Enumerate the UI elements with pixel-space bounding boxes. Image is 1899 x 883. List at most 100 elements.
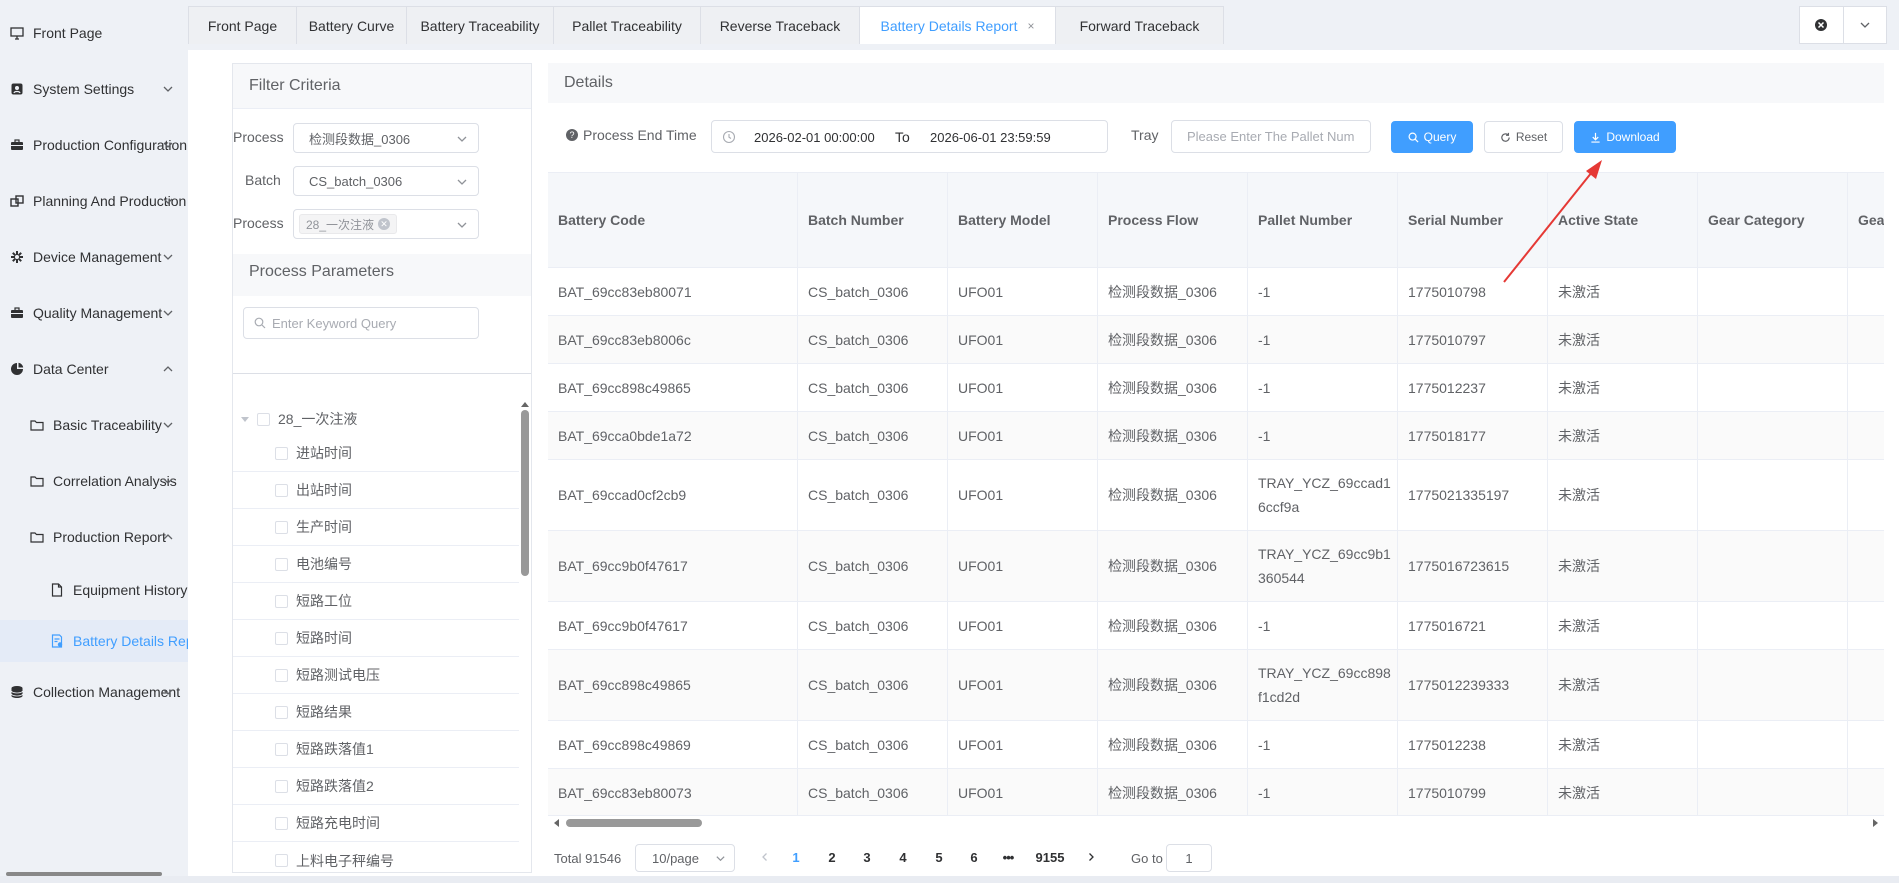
tree-checkbox[interactable] — [275, 557, 288, 571]
date-end[interactable]: 2026-06-01 23:59:59 — [930, 130, 1051, 145]
tree-checkbox[interactable] — [275, 705, 288, 719]
next-page-button[interactable] — [1084, 849, 1098, 865]
tree-checkbox[interactable] — [275, 446, 288, 460]
tree-node[interactable]: 进站时间 — [233, 435, 519, 472]
table-horizontal-scrollbar[interactable] — [548, 815, 1884, 829]
sidebar-item-collection-management[interactable]: Collection Management — [0, 672, 188, 712]
sidebar-item-quality-management[interactable]: Quality Management — [0, 293, 188, 333]
date-range-picker[interactable]: 2026-02-01 00:00:00 To 2026-06-01 23:59:… — [711, 120, 1108, 153]
scroll-up-icon[interactable] — [521, 402, 529, 407]
tray-input[interactable]: Please Enter The Pallet Num — [1171, 120, 1371, 153]
tree-root-node[interactable]: 28_一次注液 — [241, 409, 357, 429]
column-header[interactable]: Pallet Number — [1248, 173, 1398, 267]
tree-checkbox[interactable] — [275, 816, 288, 830]
tree-checkbox[interactable] — [275, 631, 288, 645]
sidebar-item-basic-traceability[interactable]: Basic Traceability — [0, 405, 188, 445]
column-header[interactable]: Batch Number — [798, 173, 948, 267]
table-row[interactable]: BAT_69cc83eb80073 CS_batch_0306 UFO01 检测段数据… — [548, 769, 1884, 815]
tree-checkbox[interactable] — [275, 520, 288, 534]
page-size-select[interactable]: 10/page — [635, 844, 735, 872]
page-number[interactable]: 6 — [967, 850, 981, 865]
question-icon[interactable]: ? — [566, 129, 578, 141]
sidebar-item-battery-details-report[interactable]: Battery Details Report — [0, 620, 188, 662]
tab-front-page[interactable]: Front Page — [188, 6, 297, 44]
date-start[interactable]: 2026-02-01 00:00:00 — [754, 130, 875, 145]
column-header[interactable]: Process Flow — [1098, 173, 1248, 267]
page-number[interactable]: 2 — [825, 850, 839, 865]
sidebar-item-device-management[interactable]: Device Management — [0, 237, 188, 277]
sidebar-item-system-settings[interactable]: System Settings — [0, 69, 188, 109]
tab-battery-curve[interactable]: Battery Curve — [296, 6, 407, 44]
column-header[interactable]: Gear Category — [1698, 173, 1848, 267]
tab-battery-traceability[interactable]: Battery Traceability — [406, 6, 554, 44]
table-row[interactable]: BAT_69cc898c49865 CS_batch_0306 UFO01 检测段数据… — [548, 650, 1884, 721]
tree-node[interactable]: 短路测试电压 — [233, 657, 519, 694]
close-icon[interactable]: × — [1027, 19, 1034, 33]
tab-forward-traceback[interactable]: Forward Traceback — [1055, 6, 1224, 44]
tree-node[interactable]: 短路充电时间 — [233, 805, 519, 842]
sidebar-item-equipment-history[interactable]: Equipment History — [0, 570, 188, 610]
download-button[interactable]: Download — [1574, 121, 1676, 153]
tab-reverse-traceback[interactable]: Reverse Traceback — [700, 6, 860, 44]
scroll-right-icon[interactable] — [1873, 819, 1878, 827]
table-row[interactable]: BAT_69cca0bde1a72 CS_batch_0306 UFO01 检测段数据… — [548, 412, 1884, 460]
process-select[interactable]: 检测段数据_0306 — [293, 123, 479, 153]
scroll-thumb[interactable] — [521, 410, 529, 576]
tab-menu-button[interactable] — [1842, 7, 1887, 43]
column-header[interactable]: Serial Number — [1398, 173, 1548, 267]
table-row[interactable]: BAT_69cc83eb8006c CS_batch_0306 UFO01 检测段数据… — [548, 316, 1884, 364]
table-row[interactable]: BAT_69cc9b0f47617 CS_batch_0306 UFO01 检测段数据… — [548, 531, 1884, 602]
sidebar-item-production-report[interactable]: Production Report — [0, 517, 188, 557]
table-row[interactable]: BAT_69cc898c49865 CS_batch_0306 UFO01 检测段数据… — [548, 364, 1884, 412]
tag-close-icon[interactable]: ✕ — [378, 218, 391, 230]
table-row[interactable]: BAT_69ccad0cf2cb9 CS_batch_0306 UFO01 检测段数据… — [548, 460, 1884, 531]
table-row[interactable]: BAT_69cc898c49869 CS_batch_0306 UFO01 检测段数据… — [548, 721, 1884, 769]
tree-node[interactable]: 短路跌落值2 — [233, 768, 519, 805]
sidebar-item-production-configuration[interactable]: Production Configuration — [0, 125, 188, 165]
keyword-search-input[interactable]: Enter Keyword Query — [243, 307, 479, 339]
process-multi-select[interactable]: 28_一次注液 ✕ — [293, 209, 479, 239]
tree-node[interactable]: 出站时间 — [233, 472, 519, 509]
tree-scrollbar[interactable] — [519, 400, 531, 874]
tree-checkbox[interactable] — [275, 594, 288, 608]
scroll-left-icon[interactable] — [554, 819, 559, 827]
tree-node[interactable]: 上料电子秤编号 — [233, 842, 519, 879]
tree-checkbox[interactable] — [257, 412, 270, 426]
page-ellipsis[interactable]: ••• — [997, 850, 1019, 865]
column-header[interactable]: Battery Model — [948, 173, 1098, 267]
tree-node[interactable]: 短路结果 — [233, 694, 519, 731]
tree-checkbox[interactable] — [275, 854, 288, 867]
batch-select[interactable]: CS_batch_0306 — [293, 166, 479, 196]
tree-node[interactable]: 短路跌落值1 — [233, 731, 519, 768]
close-all-tabs-button[interactable] — [1800, 7, 1843, 43]
sidebar-item-front-page[interactable]: Front Page — [0, 13, 188, 53]
reset-button[interactable]: Reset — [1484, 121, 1563, 153]
query-button[interactable]: Query — [1391, 121, 1473, 153]
caret-down-icon[interactable] — [241, 416, 249, 422]
page-number[interactable]: 5 — [932, 850, 946, 865]
table-row[interactable]: BAT_69cc83eb80071 CS_batch_0306 UFO01 检测段数据… — [548, 268, 1884, 316]
tree-node[interactable]: 短路工位 — [233, 583, 519, 620]
column-header[interactable]: Active State — [1548, 173, 1698, 267]
tree-node[interactable]: 电池编号 — [233, 546, 519, 583]
column-header[interactable]: Battery Code — [548, 173, 798, 267]
sidebar-item-planning-and-production[interactable]: Planning And Production — [0, 181, 188, 221]
prev-page-button[interactable] — [758, 849, 772, 865]
table-row[interactable]: BAT_69cc9b0f47617 CS_batch_0306 UFO01 检测段数据… — [548, 602, 1884, 650]
goto-page-input[interactable]: 1 — [1166, 844, 1212, 872]
tree-checkbox[interactable] — [275, 779, 288, 793]
tree-node[interactable]: 短路时间 — [233, 620, 519, 657]
tree-checkbox[interactable] — [275, 668, 288, 682]
page-number[interactable]: 4 — [896, 850, 910, 865]
tree-checkbox[interactable] — [275, 742, 288, 756]
tree-checkbox[interactable] — [275, 483, 288, 497]
page-number[interactable]: 1 — [789, 850, 803, 865]
tree-node[interactable]: 生产时间 — [233, 509, 519, 546]
scroll-thumb[interactable] — [566, 819, 702, 827]
page-number[interactable]: 9155 — [1032, 850, 1068, 865]
page-number[interactable]: 3 — [860, 850, 874, 865]
tab-pallet-traceability[interactable]: Pallet Traceability — [553, 6, 701, 44]
sidebar-item-data-center[interactable]: Data Center — [0, 349, 188, 389]
tab-battery-details-report[interactable]: Battery Details Report × — [859, 6, 1056, 44]
sidebar-item-correlation-analysis[interactable]: Correlation Analysis — [0, 461, 188, 501]
